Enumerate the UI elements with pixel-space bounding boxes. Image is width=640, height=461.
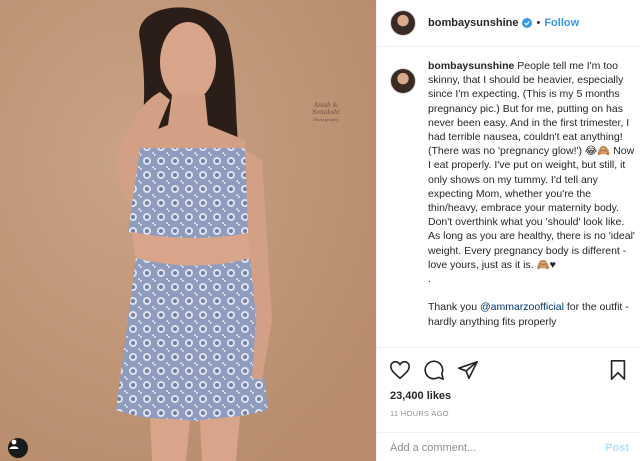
tagged-people-button[interactable] xyxy=(8,438,28,458)
watermark-name: Anish & Sonakshi xyxy=(312,102,340,116)
photo-illustration xyxy=(0,0,376,461)
comment-input[interactable] xyxy=(390,441,590,454)
heart-icon[interactable] xyxy=(389,359,411,381)
post-caption: bombaysunshine People tell me I'm too sk… xyxy=(428,59,636,347)
person-tag-icon xyxy=(9,439,19,449)
comment-bar: Post xyxy=(377,432,640,461)
caption-text: People tell me I'm too skinny, that I sh… xyxy=(428,60,638,271)
verified-badge-icon xyxy=(522,18,533,28)
bookmark-icon[interactable] xyxy=(607,359,629,381)
action-icon-row xyxy=(389,359,629,381)
caption-scroll-area[interactable]: bombaysunshine People tell me I'm too sk… xyxy=(377,59,640,347)
post-actions: 23,400 likes 11 HOURS AGO Post xyxy=(377,347,640,461)
caption-username[interactable]: bombaysunshine xyxy=(428,60,514,72)
photographer-watermark: Anish & Sonakshi Photography xyxy=(303,102,349,123)
likes-count[interactable]: 23,400 likes xyxy=(390,390,451,402)
author-avatar[interactable] xyxy=(390,10,416,36)
post-header: bombaysunshine • Follow xyxy=(377,0,640,47)
post-side-panel: bombaysunshine • Follow bombaysunshine P… xyxy=(376,0,640,461)
caption-separator: . xyxy=(428,273,431,286)
mention-link[interactable]: @ammarzoofficial xyxy=(480,301,564,313)
post-photo[interactable]: Anish & Sonakshi Photography xyxy=(0,0,376,461)
thanks-prefix: Thank you xyxy=(428,301,480,314)
watermark-subtitle: Photography xyxy=(313,117,339,122)
paper-plane-icon[interactable] xyxy=(457,359,479,381)
post-comment-button[interactable]: Post xyxy=(605,442,629,454)
follow-button[interactable]: Follow xyxy=(544,17,579,29)
separator-dot: • xyxy=(536,17,541,29)
comment-bubble-icon[interactable] xyxy=(423,359,445,381)
instagram-post: Anish & Sonakshi Photography bombaysunsh… xyxy=(0,0,640,461)
author-username[interactable]: bombaysunshine xyxy=(428,17,518,29)
caption-author-avatar[interactable] xyxy=(390,68,416,94)
post-timestamp[interactable]: 11 HOURS AGO xyxy=(390,409,449,418)
